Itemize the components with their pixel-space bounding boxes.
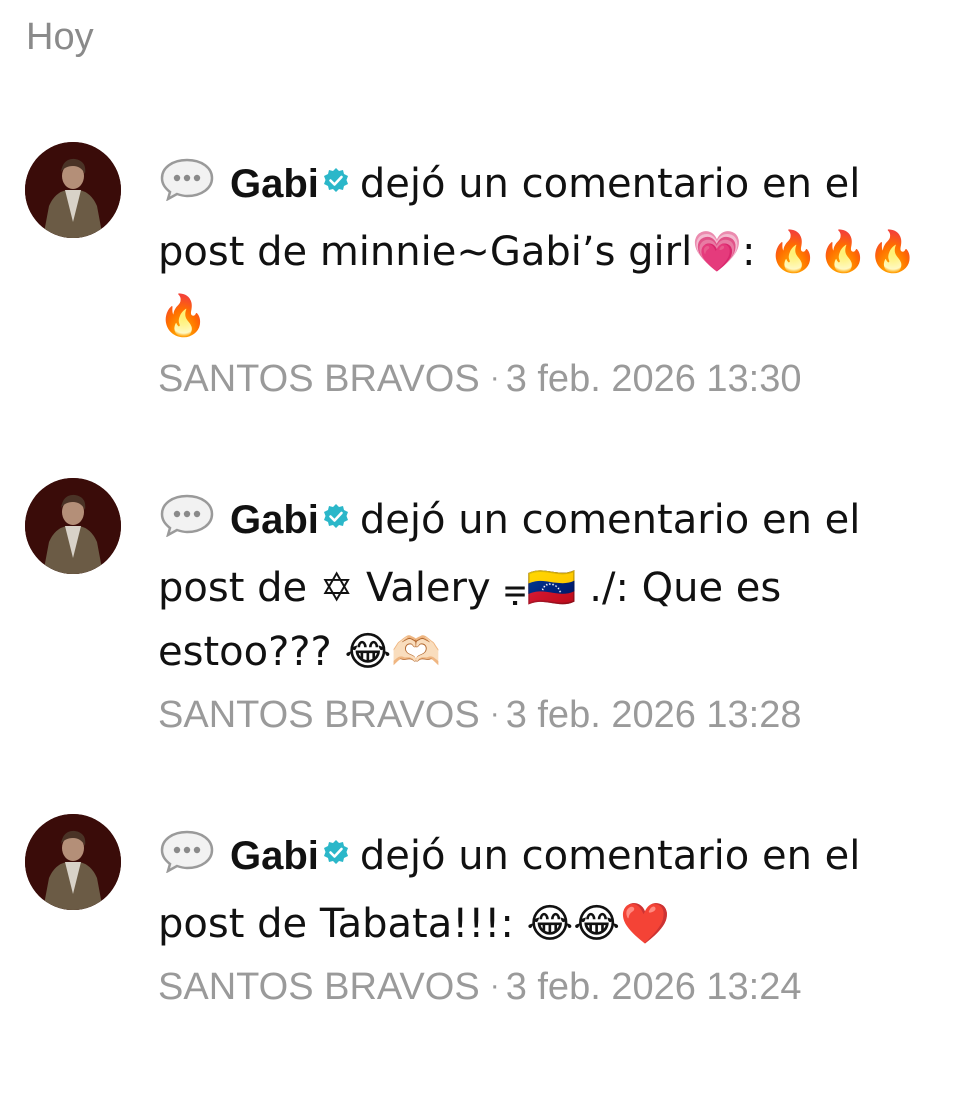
speech-bubble-icon	[158, 156, 216, 220]
notification-meta: SANTOS BRAVOS · 3 feb. 2026 13:28	[158, 694, 928, 737]
author-name[interactable]: Gabi	[230, 162, 319, 206]
notification-item[interactable]: Gabi dejó un comentario en el post de ✡ V…	[0, 478, 959, 778]
notification-message: Gabi dejó un comentario en el post de min…	[158, 150, 928, 348]
meta-separator: ·	[489, 969, 500, 1002]
timestamp: 3 feb. 2026 13:28	[505, 694, 802, 736]
author-name[interactable]: Gabi	[230, 834, 319, 878]
source-label: SANTOS BRAVOS	[158, 694, 480, 736]
speech-bubble-icon	[158, 492, 216, 556]
verified-badge-icon	[322, 822, 350, 886]
timestamp: 3 feb. 2026 13:30	[505, 358, 802, 400]
avatar-photo-icon	[25, 814, 121, 910]
source-label: SANTOS BRAVOS	[158, 966, 480, 1008]
timestamp: 3 feb. 2026 13:24	[505, 966, 802, 1008]
notification-item[interactable]: Gabi dejó un comentario en el post de min…	[0, 142, 959, 442]
notification-item[interactable]: Gabi dejó un comentario en el post de Tab…	[0, 814, 959, 1114]
notification-meta: SANTOS BRAVOS · 3 feb. 2026 13:24	[158, 966, 928, 1009]
avatar-photo-icon	[25, 478, 121, 574]
source-label: SANTOS BRAVOS	[158, 358, 480, 400]
section-header-today: Hoy	[26, 16, 94, 58]
avatar[interactable]	[25, 478, 121, 574]
notification-message: Gabi dejó un comentario en el post de ✡ V…	[158, 486, 928, 684]
speech-bubble-icon	[158, 828, 216, 892]
avatar[interactable]	[25, 142, 121, 238]
verified-badge-icon	[322, 486, 350, 550]
meta-separator: ·	[489, 697, 500, 730]
avatar[interactable]	[25, 814, 121, 910]
avatar-photo-icon	[25, 142, 121, 238]
meta-separator: ·	[489, 361, 500, 394]
notification-message: Gabi dejó un comentario en el post de Tab…	[158, 822, 928, 956]
notification-meta: SANTOS BRAVOS · 3 feb. 2026 13:30	[158, 358, 928, 401]
author-name[interactable]: Gabi	[230, 498, 319, 542]
verified-badge-icon	[322, 150, 350, 214]
